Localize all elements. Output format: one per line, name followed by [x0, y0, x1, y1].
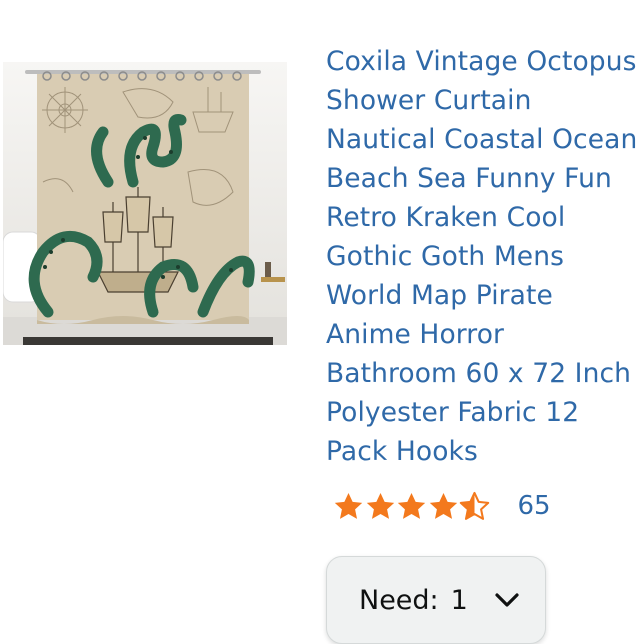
quantity-label: Need: — [359, 584, 439, 616]
star-full-icon — [429, 492, 457, 519]
star-full-icon — [334, 492, 363, 519]
shower-curtain-illustration — [3, 62, 287, 345]
rating-row[interactable]: 65 — [333, 486, 551, 526]
star-full-icon — [397, 492, 426, 519]
quantity-dropdown[interactable]: Need: 1 — [326, 556, 546, 644]
star-rating[interactable] — [333, 491, 491, 522]
product-image[interactable] — [3, 62, 287, 345]
star-full-icon — [366, 492, 394, 519]
quantity-value: 1 — [450, 584, 468, 616]
chevron-down-icon — [495, 593, 519, 607]
product-title-link[interactable]: Coxila Vintage Octopus Shower Curtain Na… — [326, 42, 638, 471]
rating-count[interactable]: 65 — [518, 491, 551, 521]
star-half-icon — [459, 491, 490, 520]
